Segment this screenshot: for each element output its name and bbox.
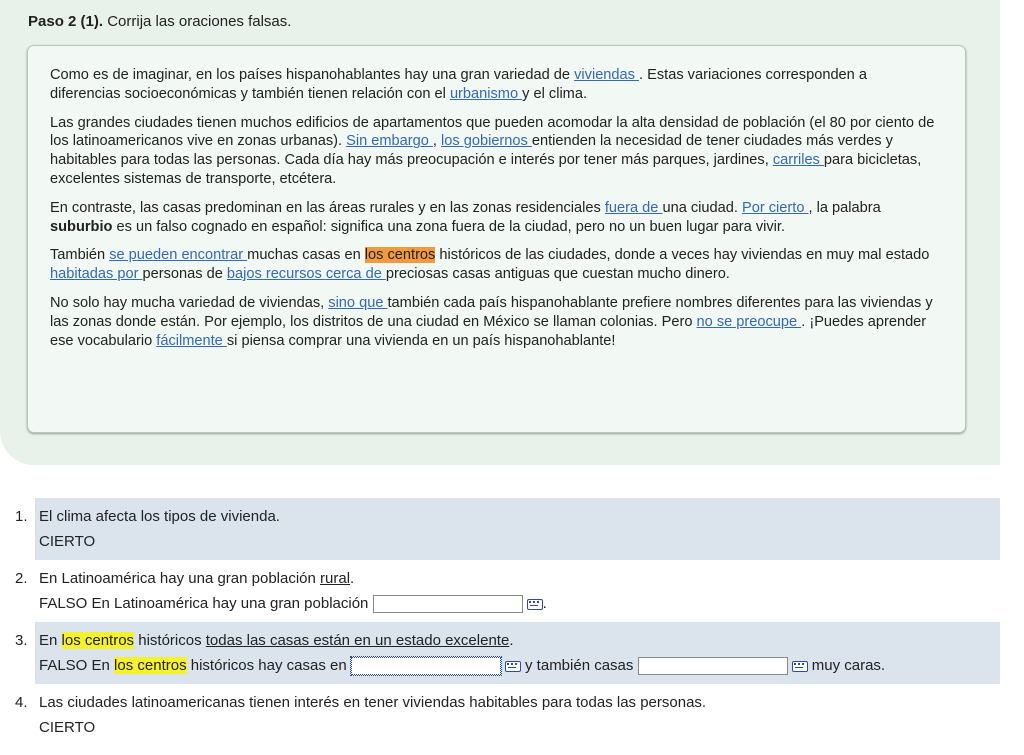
answer-input-q2[interactable] xyxy=(372,595,523,614)
gloss-link-facilmente[interactable]: fácilmente xyxy=(156,333,227,349)
reading-paragraph-3: En contraste, las casas predominan en la… xyxy=(50,199,941,237)
keyboard-icon[interactable] xyxy=(791,660,808,672)
text: También xyxy=(50,247,110,264)
question-number: 3. xyxy=(15,632,28,649)
gloss-link-por-cierto[interactable]: Por cierto xyxy=(742,200,809,216)
gloss-link-bajos-recursos[interactable]: bajos recursos xyxy=(227,266,326,282)
reading-paragraph-5: No solo hay mucha variedad de viviendas,… xyxy=(50,294,941,350)
text: es un falso cognado en español: signific… xyxy=(112,218,786,235)
text: preciosas casas antiguas que cuestan muc… xyxy=(385,266,730,283)
keyboard-icon[interactable] xyxy=(504,660,521,672)
text: muy caras. xyxy=(807,657,886,674)
text: históricos de las ciudades, donde a vece… xyxy=(435,247,930,264)
text: . xyxy=(350,570,355,587)
question-statement: En los centros históricos todas las casa… xyxy=(39,628,1000,653)
question-answer: CIERTO xyxy=(39,719,96,736)
reading-paragraph-1: Como es de imaginar, en los países hispa… xyxy=(50,66,941,104)
reading-text-box: Como es de imaginar, en los países hispa… xyxy=(27,45,966,433)
gloss-link-no-se-preocupe[interactable]: no se preocupe xyxy=(697,314,802,330)
underlined-phrase: todas las casas están en un estado excel… xyxy=(205,632,510,649)
text: y el clima. xyxy=(522,85,588,102)
text: No solo hay mucha variedad de viviendas, xyxy=(50,294,329,311)
highlight-los-centros: los centros xyxy=(114,657,187,674)
question-number: 4. xyxy=(15,694,28,711)
text: En xyxy=(39,632,62,649)
question-item-3: 3. En los centros históricos todas las c… xyxy=(15,622,1000,684)
question-answer: FALSO En los centros históricos hay casa… xyxy=(39,653,1000,678)
gloss-link-viviendas[interactable]: viviendas xyxy=(574,67,639,83)
reading-paragraph-4: También se pueden encontrar muchas casas… xyxy=(50,246,941,284)
verdict-label: FALSO xyxy=(39,657,88,674)
answer-input-q3-b[interactable] xyxy=(637,657,788,676)
text: históricos xyxy=(134,632,206,649)
text: En Latinoamérica hay una gran población xyxy=(39,570,321,587)
highlight-los-centros: los centros xyxy=(364,247,436,264)
gloss-link-urbanismo[interactable]: urbanismo xyxy=(450,86,522,102)
question-item-1: 1. El clima afecta los tipos de vivienda… xyxy=(15,498,1000,560)
text: , la palabra xyxy=(808,199,881,216)
reading-paragraph-2: Las grandes ciudades tienen muchos edifi… xyxy=(50,114,941,189)
question-item-4: 4. Las ciudades latinoamericanas tienen … xyxy=(15,684,1000,746)
step-text: Corrija las oraciones falsas. xyxy=(103,13,292,30)
text: En Latinoamérica hay una gran población xyxy=(87,595,373,612)
question-statement: En Latinoamérica hay una gran población … xyxy=(39,566,1000,591)
question-number: 2. xyxy=(15,570,28,587)
question-answer: FALSO En Latinoamérica hay una gran pobl… xyxy=(39,591,1000,616)
gloss-link-fuera-de[interactable]: fuera de xyxy=(605,200,663,216)
gloss-link-carriles[interactable]: carriles xyxy=(773,152,824,168)
gloss-link-cerca-de[interactable]: cerca de xyxy=(326,266,386,282)
highlight-los-centros: los centros xyxy=(61,632,135,649)
question-statement: Las ciudades latinoamericanas tienen int… xyxy=(39,694,707,711)
text: Como es de imaginar, en los países hispa… xyxy=(50,67,575,83)
gloss-link-sino-que[interactable]: sino que xyxy=(328,295,387,311)
question-item-2: 2. En Latinoamérica hay una gran poblaci… xyxy=(15,560,1000,622)
text: si piensa comprar una vivienda en un paí… xyxy=(226,332,616,349)
text: , xyxy=(432,133,442,150)
text: En contraste, las casas predominan en la… xyxy=(50,199,605,216)
text: . xyxy=(542,595,547,612)
question-list: 1. El clima afecta los tipos de vivienda… xyxy=(0,498,1024,746)
text: . xyxy=(509,632,514,649)
gloss-link-se-pueden-encontrar[interactable]: se pueden encontrar xyxy=(109,247,247,263)
question-statement: El clima afecta los tipos de vivienda. xyxy=(39,508,280,525)
step-label: Paso 2 (1). xyxy=(28,13,104,30)
question-answer: CIERTO xyxy=(39,533,96,550)
underlined-word: rural xyxy=(320,570,351,587)
keyboard-icon[interactable] xyxy=(526,598,543,610)
text: En xyxy=(87,657,115,674)
gloss-link-habitadas-por[interactable]: habitadas por xyxy=(50,266,143,282)
answer-input-q3-a[interactable] xyxy=(349,656,502,677)
text: y también casas xyxy=(520,657,638,674)
text: históricos hay casas en xyxy=(186,657,351,674)
bold-word-suburbio: suburbio xyxy=(50,218,113,235)
step-instruction: Paso 2 (1). Corrija las oraciones falsas… xyxy=(28,13,291,30)
question-number: 1. xyxy=(15,508,28,525)
text: una ciudad. xyxy=(662,199,742,216)
verdict-label: FALSO xyxy=(39,595,88,612)
gloss-link-los-gobiernos[interactable]: los gobiernos xyxy=(441,133,532,149)
gloss-link-sin-embargo[interactable]: Sin embargo xyxy=(346,133,433,149)
text: personas de xyxy=(142,266,227,283)
reading-panel: Paso 2 (1). Corrija las oraciones falsas… xyxy=(0,0,1000,465)
text: muchas casas en xyxy=(247,247,365,264)
